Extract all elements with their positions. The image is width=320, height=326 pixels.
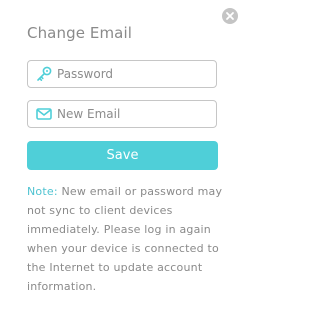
close-button[interactable] <box>222 8 238 24</box>
close-icon <box>226 12 234 20</box>
note-text: Note: New email or password may not sync… <box>27 182 227 296</box>
note-label: Note: <box>27 185 58 198</box>
new-email-field[interactable] <box>27 100 217 128</box>
password-input[interactable] <box>55 62 207 86</box>
change-email-dialog: Change Email Save Note: New email or pas… <box>0 0 247 326</box>
password-field[interactable] <box>27 60 217 88</box>
envelope-icon <box>33 101 55 127</box>
new-email-input[interactable] <box>55 102 207 126</box>
save-button[interactable]: Save <box>27 141 218 170</box>
note-body: New email or password may not sync to cl… <box>27 185 223 293</box>
dialog-title: Change Email <box>27 24 133 42</box>
key-icon <box>33 61 55 87</box>
